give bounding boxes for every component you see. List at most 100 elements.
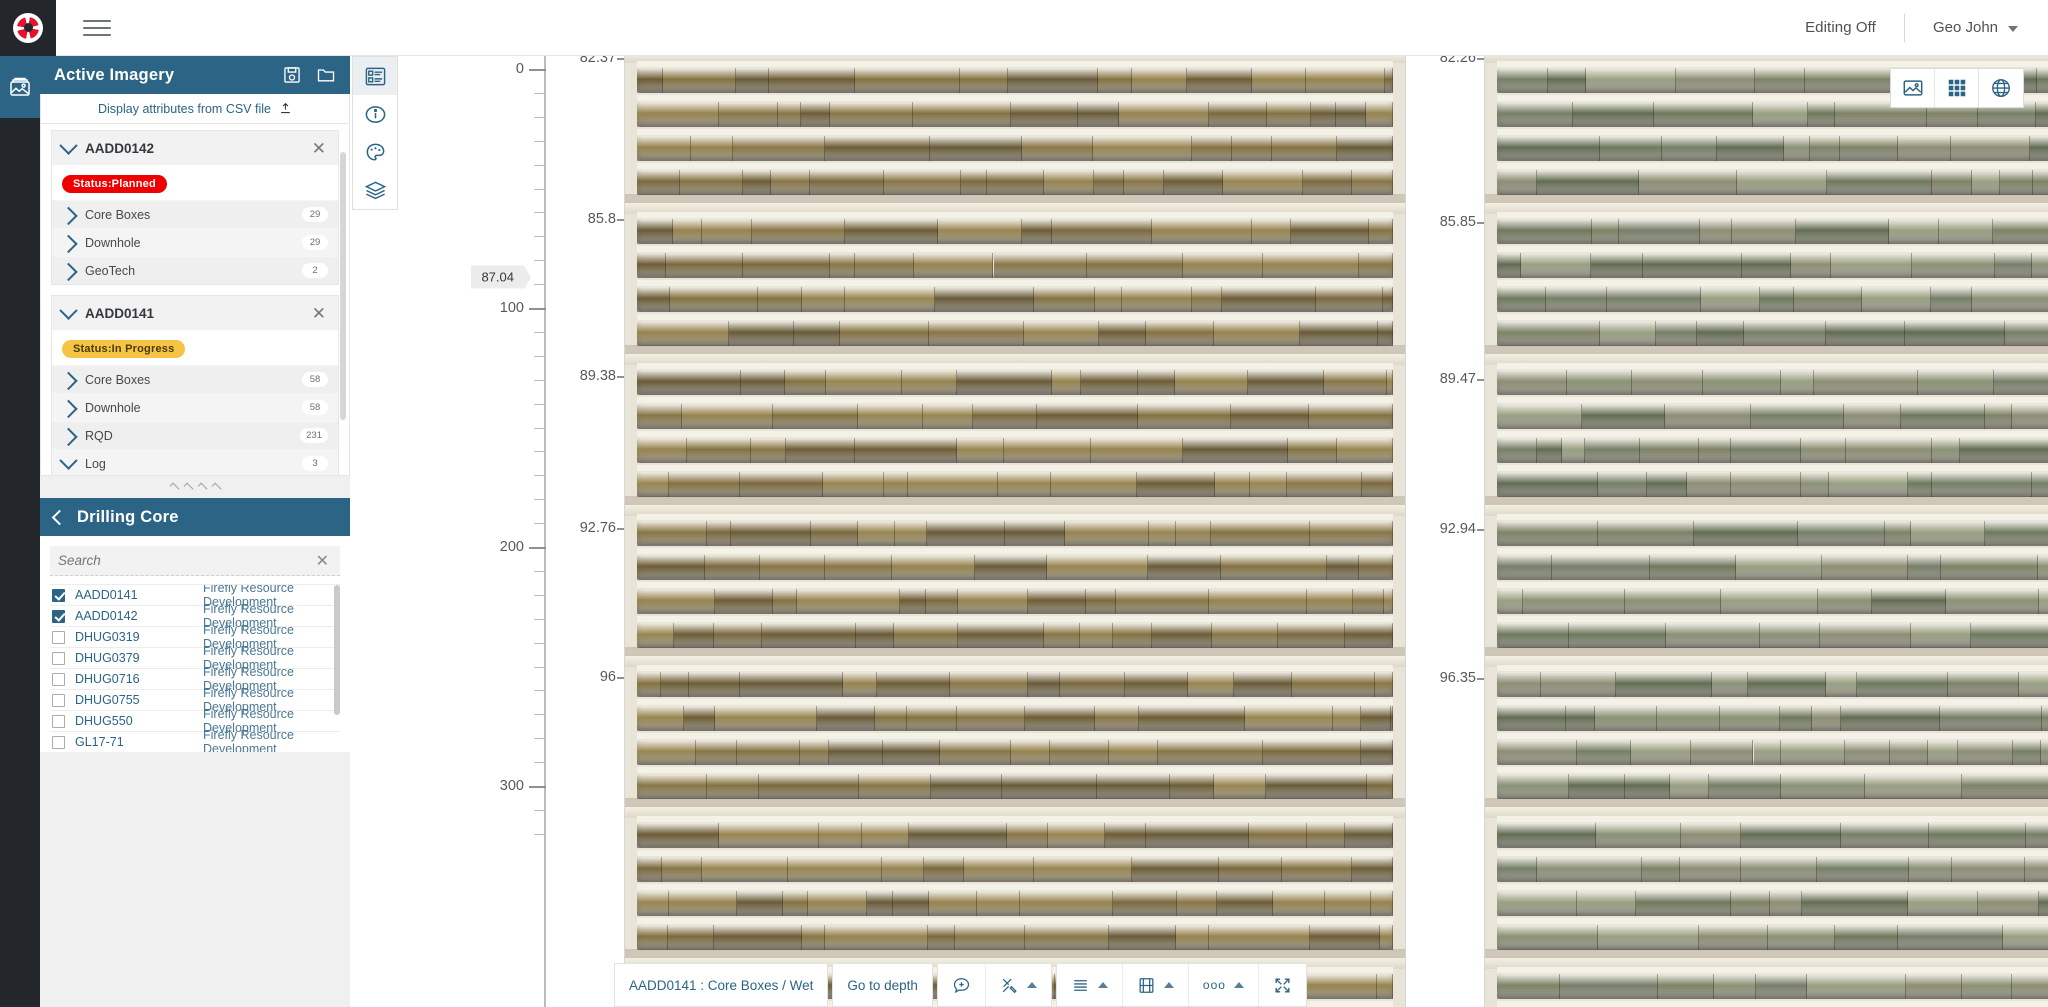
grid-view-button[interactable] [1935, 69, 1979, 107]
core-segment [1216, 891, 1273, 916]
depth-cursor-flag[interactable]: 87.04 [471, 265, 531, 290]
core-segment [1541, 672, 1616, 697]
category-row-core-boxes[interactable]: Core Boxes 58 [52, 365, 338, 393]
row-checkbox[interactable] [52, 651, 65, 665]
go-to-depth-button[interactable]: Go to depth [833, 964, 932, 1006]
row-checkbox[interactable] [52, 693, 65, 707]
core-segment [1809, 136, 1841, 161]
fullscreen-button[interactable] [1259, 964, 1306, 1006]
core-segment [2035, 102, 2048, 127]
row-checkbox[interactable] [52, 735, 65, 749]
hole-header[interactable]: AADD0141 ✕ [52, 296, 338, 330]
close-icon[interactable]: ✕ [310, 305, 328, 322]
core-segment [1210, 521, 1310, 546]
tool-info[interactable] [353, 95, 397, 133]
core-segment [1846, 438, 1932, 463]
core-segment [1577, 891, 1637, 916]
category-row-log[interactable]: Log 3 [52, 449, 338, 475]
app-logo[interactable] [0, 0, 56, 56]
folder-open-icon[interactable] [316, 65, 336, 85]
context-label[interactable]: AADD0141 : Core Boxes / Wet [615, 964, 827, 1006]
core-segment [935, 287, 1035, 312]
category-row-downhole[interactable]: Downhole 29 [52, 228, 338, 256]
chevron-up-icon[interactable] [1233, 982, 1244, 988]
core-segment [1780, 706, 1812, 731]
tools-button[interactable] [986, 964, 1051, 1006]
tree-scrollbar[interactable] [340, 152, 346, 420]
more-options-button[interactable]: ooo [1189, 964, 1259, 1006]
core-segment [1496, 287, 1547, 312]
ruler-major-tick [529, 69, 546, 71]
hole-header[interactable]: AADD0142 ✕ [52, 131, 338, 165]
core-segment [672, 219, 703, 244]
close-icon[interactable]: ✕ [310, 140, 328, 157]
layers-icon [364, 181, 386, 199]
category-row-downhole[interactable]: Downhole 58 [52, 393, 338, 421]
core-segment [1769, 891, 1803, 916]
category-row-rqd[interactable]: RQD 231 [52, 421, 338, 449]
chevron-up-icon[interactable] [1026, 982, 1037, 988]
row-checkbox[interactable] [52, 588, 65, 602]
core-segment [2038, 891, 2048, 916]
single-image-view-button[interactable] [1891, 69, 1935, 107]
row-checkbox[interactable] [52, 609, 65, 623]
core-segment [828, 740, 883, 765]
chevron-right-icon [59, 371, 78, 391]
user-menu[interactable]: Geo John [1905, 19, 2024, 36]
hamburger-icon[interactable] [83, 14, 111, 42]
add-comment-button[interactable] [938, 964, 986, 1006]
ruler-minor-tick [534, 236, 546, 238]
core-image-strip[interactable]: 89.09 80.77 83.90 95.36 81.19 80.97 81.53 91.93… [624, 56, 1406, 1007]
csv-attributes-row[interactable]: Display attributes from CSV file [40, 94, 350, 124]
core-segment [964, 857, 1035, 882]
core-run [636, 665, 1394, 697]
globe-view-button[interactable] [1979, 69, 2023, 107]
ruler-minor-tick [534, 164, 546, 166]
core-image-strip[interactable]: 81.5697.7592.9089.5586.2583.4191.9992.23… [1484, 56, 2048, 1007]
row-checkbox[interactable] [52, 630, 65, 644]
core-segment [1537, 857, 1643, 882]
row-checkbox[interactable] [52, 672, 65, 686]
list-options-button[interactable] [1057, 964, 1123, 1006]
tool-attributes-list[interactable] [353, 57, 397, 95]
core-segment [636, 102, 719, 127]
tool-layers[interactable] [353, 171, 397, 209]
list-scrollbar[interactable] [334, 585, 340, 715]
upload-icon[interactable] [279, 102, 292, 115]
tool-palette[interactable] [353, 133, 397, 171]
row-checkbox[interactable] [52, 714, 65, 728]
core-segment [1092, 136, 1192, 161]
hole-id: DHUG0716 [75, 672, 140, 686]
chevron-up-icon[interactable] [1163, 982, 1174, 988]
ruler-minor-tick [534, 570, 546, 572]
core-segment [1561, 438, 1585, 463]
core-segment [1800, 472, 1830, 497]
panel-resize-handle[interactable] [40, 476, 350, 498]
ruler-minor-tick [534, 738, 546, 740]
core-segment [1547, 68, 1586, 93]
core-segment [636, 857, 662, 882]
core-segment [1781, 740, 1846, 765]
core-segment [2002, 925, 2048, 950]
core-segment [2041, 740, 2048, 765]
editing-toggle[interactable]: Editing Off [1777, 19, 1904, 36]
category-row-core-boxes[interactable]: Core Boxes 29 [52, 200, 338, 228]
list-item[interactable]: GL17-71 Firefly Resource Development [50, 728, 340, 752]
core-segment [670, 287, 759, 312]
core-segment [1844, 404, 1902, 429]
chevron-left-icon[interactable] [51, 509, 68, 525]
chevron-up-icon[interactable] [1097, 982, 1108, 988]
core-segment [1862, 287, 1931, 312]
close-icon[interactable]: ✕ [313, 551, 332, 571]
core-segment [1736, 555, 1823, 580]
filmstrip-button[interactable] [1123, 964, 1189, 1006]
sidebar-item-imagery[interactable] [0, 56, 40, 118]
ruler-label: 0 [515, 61, 524, 77]
category-row-geotech[interactable]: GeoTech 2 [52, 256, 338, 284]
search-input[interactable] [58, 553, 313, 568]
save-disk-icon[interactable] [282, 65, 302, 85]
core-segment [866, 891, 893, 916]
core-segment [1711, 672, 1748, 697]
core-segment [1007, 823, 1049, 848]
core-run [1496, 431, 2048, 463]
